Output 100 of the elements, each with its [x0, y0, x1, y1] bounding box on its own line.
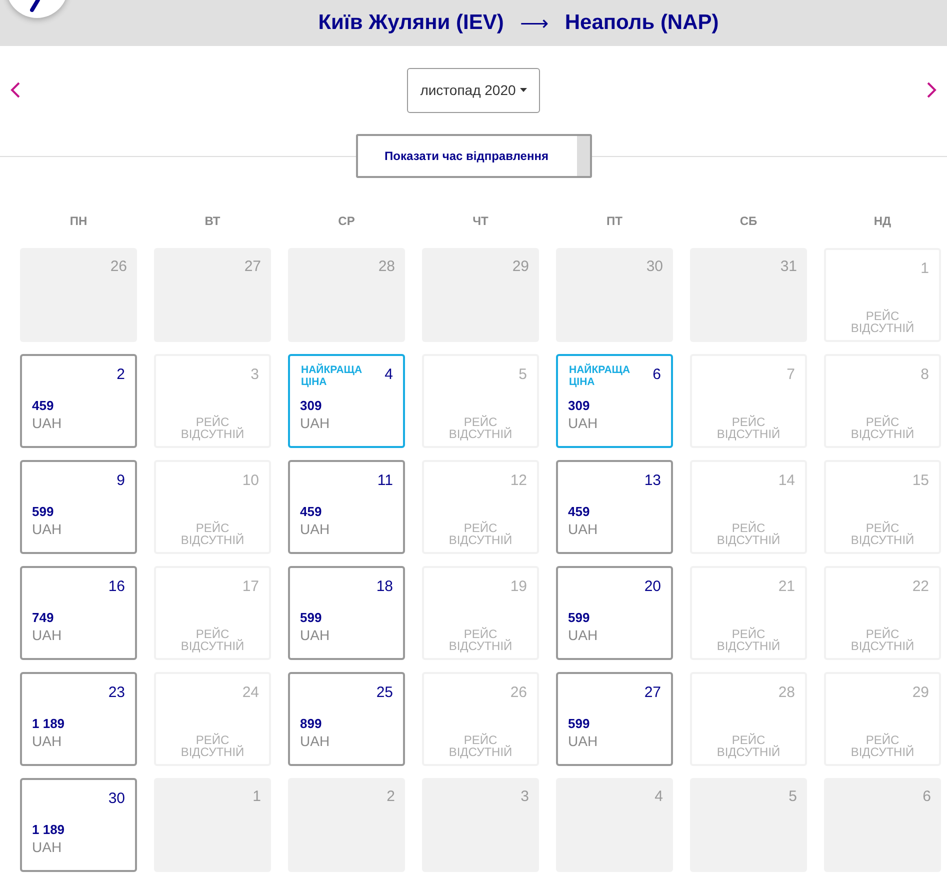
fare-day-cell[interactable]: 11 459 UAH [288, 460, 405, 554]
fare-day-cell[interactable]: 2 459 UAH [20, 354, 137, 448]
day-number: 21 [778, 578, 795, 595]
best-price-label: НАЙКРАЩА ЦІНА [569, 364, 632, 388]
no-flight-label: РЕЙС ВІДСУТНІЙ [850, 628, 916, 652]
day-number: 24 [242, 684, 259, 701]
day-number: 31 [780, 258, 797, 275]
day-number: 23 [108, 684, 125, 701]
day-number: 1 [920, 260, 929, 277]
no-flight-label: РЕЙС ВІДСУТНІЙ [180, 734, 246, 758]
price: 749 [32, 610, 54, 625]
currency: UAH [568, 733, 598, 749]
weekday-label: ПН [70, 214, 88, 228]
day-number: 6 [922, 788, 931, 805]
currency: UAH [300, 415, 330, 431]
day-number: 28 [378, 258, 395, 275]
day-number: 3 [520, 788, 529, 805]
caret-icon [520, 88, 527, 92]
fare-day-cell[interactable]: 27 599 UAH [556, 672, 673, 766]
day-number: 29 [912, 684, 929, 701]
no-flight-label: РЕЙС ВІДСУТНІЙ [716, 416, 782, 440]
weekday-label: ВТ [204, 214, 220, 228]
day-number: 29 [512, 258, 529, 275]
currency: UAH [568, 627, 598, 643]
fare-day-cell[interactable]: 18 599 UAH [288, 566, 405, 660]
price: 1 189 [32, 822, 65, 837]
price: 899 [300, 716, 322, 731]
fare-day-cell[interactable]: 20 599 UAH [556, 566, 673, 660]
day-number: 12 [510, 472, 527, 489]
day-number: 5 [788, 788, 797, 805]
no-flight-label: РЕЙС ВІДСУТНІЙ [850, 310, 916, 334]
day-number: 20 [644, 578, 661, 595]
currency: UAH [300, 733, 330, 749]
fare-day-cell[interactable]: 13 459 UAH [556, 460, 673, 554]
fare-day-cell[interactable]: 25 899 UAH [288, 672, 405, 766]
currency: UAH [32, 839, 62, 855]
day-number: 14 [778, 472, 795, 489]
day-number: 2 [386, 788, 395, 805]
day-number: 3 [250, 366, 259, 383]
day-number: 18 [376, 578, 393, 595]
fare-day-cell[interactable]: НАЙКРАЩА ЦІНА 6 309 UAH [556, 354, 673, 448]
day-number: 27 [244, 258, 261, 275]
weekday-label: СБ [740, 214, 758, 228]
no-flight-label: РЕЙС ВІДСУТНІЙ [180, 522, 246, 546]
day-number: 5 [518, 366, 527, 383]
price: 599 [32, 504, 54, 519]
day-number: 4 [654, 788, 663, 805]
day-number: 28 [778, 684, 795, 701]
day-number: 1 [252, 788, 261, 805]
currency: UAH [32, 415, 62, 431]
weekday-label: СР [338, 214, 355, 228]
fare-day-cell[interactable]: 30 1 189 UAH [20, 778, 137, 872]
no-flight-label: РЕЙС ВІДСУТНІЙ [448, 416, 514, 440]
day-number: 13 [644, 472, 661, 489]
no-flight-label: РЕЙС ВІДСУТНІЙ [716, 628, 782, 652]
no-flight-label: РЕЙС ВІДСУТНІЙ [716, 734, 782, 758]
price: 309 [300, 398, 322, 413]
price: 459 [32, 398, 54, 413]
month-dropdown[interactable]: листопад 2020 [407, 68, 540, 112]
day-number: 25 [376, 684, 393, 701]
no-flight-label: РЕЙС ВІДСУТНІЙ [448, 522, 514, 546]
day-number: 19 [510, 578, 527, 595]
day-number: 26 [510, 684, 527, 701]
price: 309 [568, 398, 590, 413]
fare-day-cell[interactable]: НАЙКРАЩА ЦІНА 4 309 UAH [288, 354, 405, 448]
price: 599 [568, 716, 590, 731]
fare-day-cell[interactable]: 9 599 UAH [20, 460, 137, 554]
price: 459 [300, 504, 322, 519]
day-number: 10 [242, 472, 259, 489]
currency: UAH [32, 521, 62, 537]
weekday-label: НД [874, 214, 892, 228]
day-number: 15 [912, 472, 929, 489]
weekday-label: ПТ [606, 214, 622, 228]
day-number: 4 [384, 366, 393, 383]
no-flight-label: РЕЙС ВІДСУТНІЙ [850, 522, 916, 546]
price: 1 189 [32, 716, 65, 731]
route-arrow: ⟶ [520, 12, 549, 36]
currency: UAH [300, 627, 330, 643]
show-departure-time-button[interactable]: Показати час відправлення [356, 134, 592, 178]
price: 599 [300, 610, 322, 625]
currency: UAH [300, 521, 330, 537]
day-number: 27 [644, 684, 661, 701]
no-flight-label: РЕЙС ВІДСУТНІЙ [180, 628, 246, 652]
day-number: 2 [116, 366, 125, 383]
day-number: 16 [108, 578, 125, 595]
day-number: 11 [377, 472, 393, 489]
fare-day-cell[interactable]: 23 1 189 UAH [20, 672, 137, 766]
currency: UAH [568, 415, 598, 431]
destination: Неаполь (NAP) [564, 11, 719, 35]
day-number: 30 [646, 258, 663, 275]
price: 599 [568, 610, 590, 625]
day-number: 22 [912, 578, 929, 595]
no-flight-label: РЕЙС ВІДСУТНІЙ [448, 734, 514, 758]
no-flight-label: РЕЙС ВІДСУТНІЙ [180, 416, 246, 440]
currency: UAH [568, 521, 598, 537]
no-flight-label: РЕЙС ВІДСУТНІЙ [850, 734, 916, 758]
day-number: 30 [108, 790, 125, 807]
best-price-label: НАЙКРАЩА ЦІНА [301, 364, 364, 388]
fare-day-cell[interactable]: 16 749 UAH [20, 566, 137, 660]
currency: UAH [32, 627, 62, 643]
